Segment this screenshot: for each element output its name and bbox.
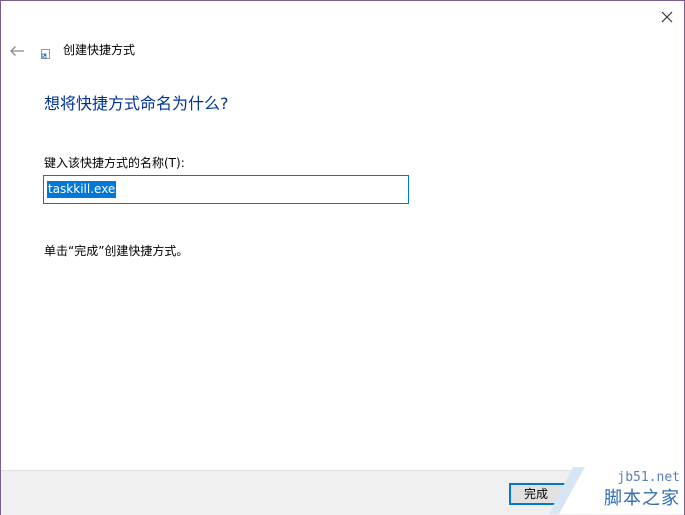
shortcut-name-label: 键入该快捷方式的名称(T): bbox=[44, 156, 185, 170]
watermark-brand: 脚本之家 bbox=[604, 488, 680, 509]
wizard-title: 创建快捷方式 bbox=[63, 43, 136, 57]
site-watermark: jb51.net 脚本之家 bbox=[549, 467, 684, 514]
page-heading: 想将快捷方式命名为什么? bbox=[44, 94, 229, 113]
watermark-url: jb51.net bbox=[617, 470, 680, 485]
close-icon bbox=[661, 11, 673, 23]
finish-hint: 单击“完成”创建快捷方式。 bbox=[44, 244, 189, 258]
create-shortcut-dialog: 创建快捷方式 想将快捷方式命名为什么? 键入该快捷方式的名称(T): taskk… bbox=[0, 0, 685, 515]
shortcut-name-value: taskkill.exe bbox=[47, 181, 117, 198]
close-button[interactable] bbox=[651, 1, 683, 33]
back-button[interactable] bbox=[5, 39, 29, 63]
back-arrow-icon bbox=[10, 46, 24, 56]
shortcut-icon bbox=[41, 49, 50, 59]
shortcut-name-input[interactable]: taskkill.exe bbox=[43, 175, 409, 204]
